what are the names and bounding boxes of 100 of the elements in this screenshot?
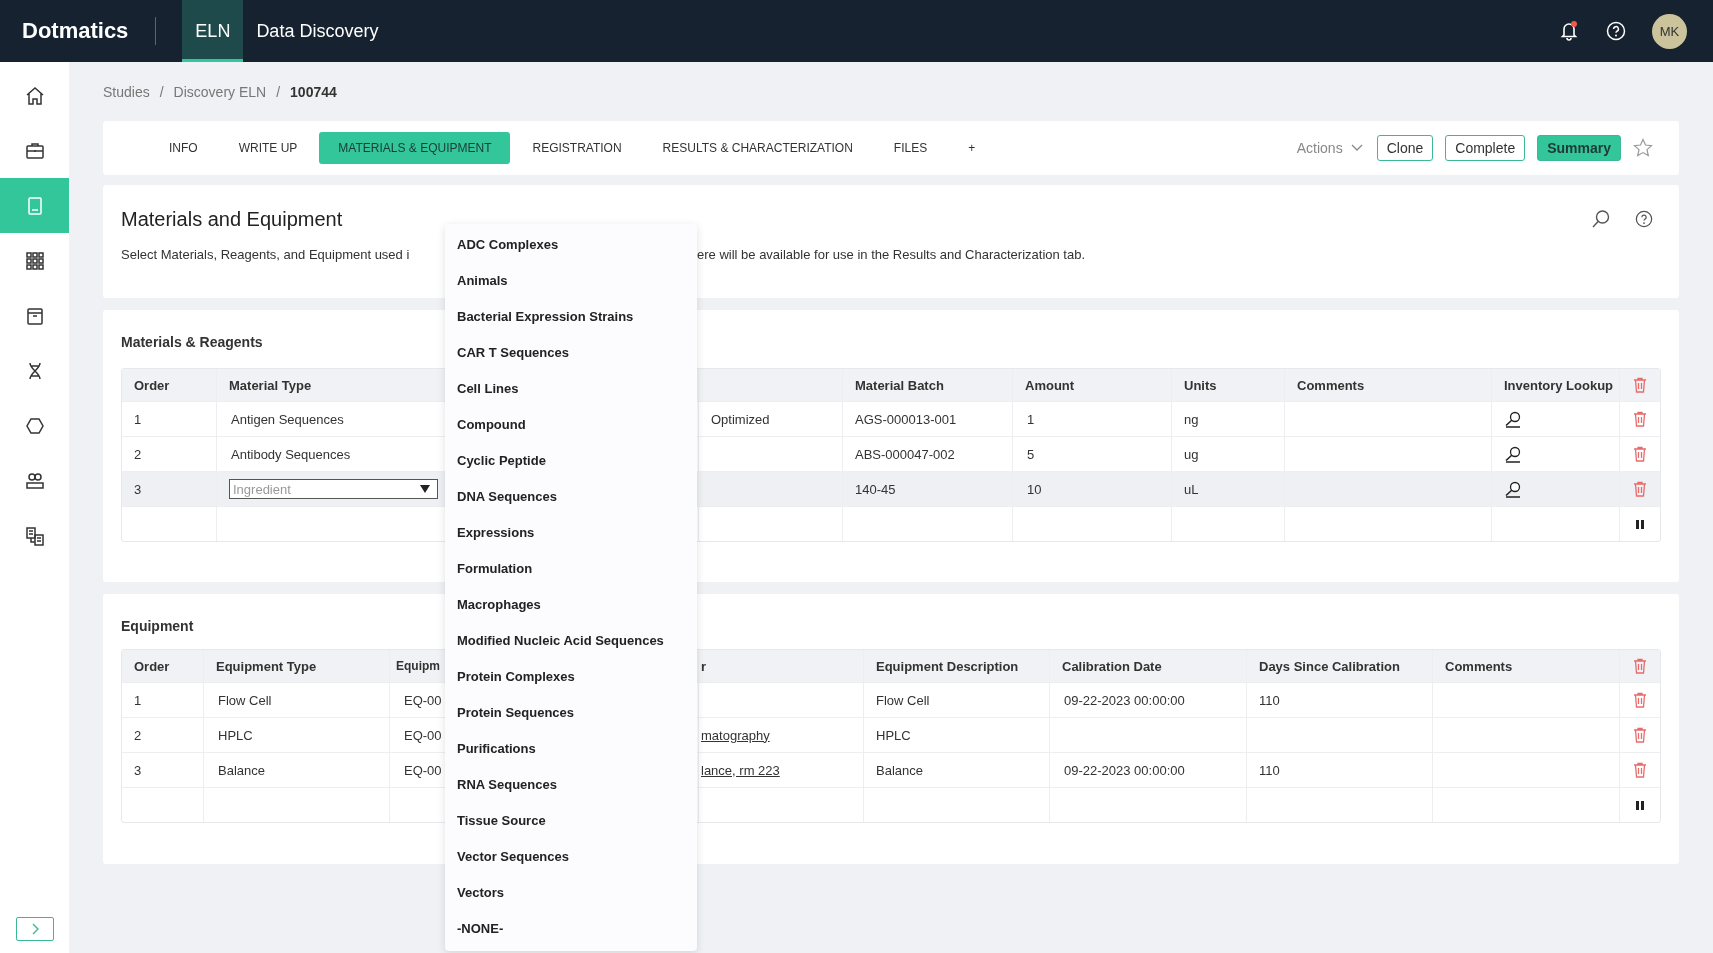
dropdown-option[interactable]: Formulation bbox=[445, 551, 697, 587]
section-title: Materials and Equipment bbox=[121, 207, 343, 231]
logo[interactable]: Dotmatics bbox=[22, 18, 129, 44]
trash-icon[interactable] bbox=[1633, 727, 1647, 743]
table-cell: 1 bbox=[1012, 402, 1171, 436]
table-cell-text: 2 bbox=[133, 445, 143, 464]
column-header: r bbox=[698, 650, 863, 682]
action-button[interactable]: Clone bbox=[1376, 135, 1434, 161]
double-bar-icon[interactable] bbox=[1636, 519, 1644, 529]
tab[interactable]: FILES bbox=[874, 132, 947, 164]
dropdown-option[interactable]: DNA Sequences bbox=[445, 479, 697, 515]
documents-icon bbox=[23, 524, 46, 547]
column-header: Comments bbox=[1284, 369, 1491, 401]
dropdown-option[interactable]: Tissue Source bbox=[445, 803, 697, 839]
dropdown-option[interactable]: Cyclic Peptide bbox=[445, 443, 697, 479]
help-icon[interactable] bbox=[1635, 210, 1653, 228]
tab[interactable]: + bbox=[949, 132, 995, 164]
double-bar-icon[interactable] bbox=[1636, 800, 1644, 810]
tab[interactable]: INFO bbox=[150, 132, 217, 164]
table-cell: uL bbox=[1171, 472, 1284, 506]
chevron-right-icon bbox=[30, 923, 40, 935]
column-header: Order bbox=[133, 657, 171, 676]
table-cell: AGS-000013-001 bbox=[842, 402, 1012, 436]
trash-icon[interactable] bbox=[1633, 658, 1647, 674]
table-cell: Flow Cell bbox=[863, 683, 1049, 717]
chevron-down-icon bbox=[1350, 144, 1363, 152]
column-header: Order bbox=[133, 376, 171, 395]
dropdown-option[interactable]: Vector Sequences bbox=[445, 839, 697, 875]
tab[interactable]: RESULTS & CHARACTERIZATION bbox=[643, 132, 872, 164]
trash-icon[interactable] bbox=[1633, 692, 1647, 708]
dropdown-option[interactable]: Protein Complexes bbox=[445, 659, 697, 695]
trash-icon[interactable] bbox=[1633, 411, 1647, 427]
dropdown-option[interactable]: ADC Complexes bbox=[445, 227, 697, 263]
grid-icon bbox=[23, 249, 46, 272]
app-tab[interactable]: Data Discovery bbox=[243, 0, 392, 62]
dropdown-option[interactable]: Modified Nucleic Acid Sequences bbox=[445, 623, 697, 659]
table-cell: 09-22-2023 00:00:00 bbox=[1049, 683, 1246, 717]
table-cell-text: 1 bbox=[133, 691, 143, 710]
dropdown-option[interactable]: Cell Lines bbox=[445, 371, 697, 407]
dropdown-option[interactable]: Animals bbox=[445, 263, 697, 299]
equipment-link[interactable]: matography bbox=[701, 727, 770, 743]
star-icon[interactable] bbox=[1633, 138, 1653, 158]
dropdown-arrow-icon[interactable] bbox=[420, 485, 430, 493]
equipment-link[interactable]: lance, rm 223 bbox=[701, 762, 780, 778]
description-text: Select Materials, Reagents, and Equipment used i bbox=[121, 247, 411, 262]
column-header: Comments bbox=[1432, 650, 1619, 682]
table-cell: 110 bbox=[1246, 753, 1432, 787]
column-header: Units bbox=[1171, 369, 1284, 401]
action-button[interactable]: Complete bbox=[1445, 135, 1526, 161]
trash-icon[interactable] bbox=[1633, 377, 1647, 393]
actions-menu[interactable]: Actions bbox=[1296, 140, 1363, 156]
dropdown-option[interactable]: -NONE- bbox=[445, 911, 697, 947]
dropdown-option[interactable]: Bacterial Expression Strains bbox=[445, 299, 697, 335]
dropdown-option[interactable]: RNA Sequences bbox=[445, 767, 697, 803]
magnifier-icon[interactable] bbox=[1504, 480, 1522, 498]
dropdown-option[interactable]: Protein Sequences bbox=[445, 695, 697, 731]
magnifier-icon[interactable] bbox=[1504, 410, 1522, 428]
trash-icon[interactable] bbox=[1633, 762, 1647, 778]
column-header: Material Batch bbox=[842, 369, 1012, 401]
table-cell: 09-22-2023 00:00:00 bbox=[1049, 753, 1246, 787]
column-header: Days Since Calibration bbox=[1246, 650, 1432, 682]
table-cell: Balance bbox=[203, 753, 389, 787]
action-button[interactable]: Summary bbox=[1537, 135, 1621, 161]
dropdown-option[interactable]: Vectors bbox=[445, 875, 697, 911]
table-cell: Optimized bbox=[711, 411, 770, 427]
breadcrumb-separator: / bbox=[159, 84, 164, 100]
dropdown-option[interactable]: Expressions bbox=[445, 515, 697, 551]
column-header: Calibration Date bbox=[1049, 650, 1246, 682]
table-cell: 10 bbox=[1012, 472, 1171, 506]
table-cell-text: 3 bbox=[133, 480, 143, 499]
trash-icon[interactable] bbox=[1633, 481, 1647, 497]
dropdown-option[interactable]: CAR T Sequences bbox=[445, 335, 697, 371]
table-cell-text: 1 bbox=[133, 410, 143, 429]
section-title: Equipment bbox=[121, 617, 194, 636]
material-type-select[interactable]: Ingredient bbox=[229, 479, 438, 499]
breadcrumb-separator: / bbox=[276, 84, 281, 100]
column-header: Amount bbox=[1012, 369, 1171, 401]
user-avatar[interactable]: MK bbox=[1652, 13, 1687, 49]
table-cell-text: 2 bbox=[133, 726, 143, 745]
bell-icon[interactable] bbox=[1558, 20, 1580, 42]
tab[interactable]: MATERIALS & EQUIPMENT bbox=[319, 132, 511, 164]
tab[interactable]: REGISTRATION bbox=[513, 132, 641, 164]
magnifier-icon[interactable] bbox=[1504, 445, 1522, 463]
app-tab[interactable]: ELN bbox=[182, 0, 244, 62]
column-header: Inventory Lookup bbox=[1491, 369, 1619, 401]
dropdown-option[interactable]: Macrophages bbox=[445, 587, 697, 623]
trash-icon[interactable] bbox=[1633, 446, 1647, 462]
column-header: Equipment Type bbox=[203, 650, 389, 682]
breadcrumb-link[interactable]: Studies bbox=[103, 84, 150, 100]
breadcrumb-link[interactable]: Discovery ELN bbox=[173, 84, 267, 100]
search-icon[interactable] bbox=[1591, 209, 1611, 229]
table-cell: HPLC bbox=[863, 718, 1049, 752]
tab[interactable]: WRITE UP bbox=[219, 132, 317, 164]
dropdown-option[interactable]: Purifications bbox=[445, 731, 697, 767]
table-cell-text: 3 bbox=[133, 761, 143, 780]
table-cell: ng bbox=[1171, 402, 1284, 436]
description-text: ere will be available for use in the Results and Characterization tab. bbox=[697, 247, 1086, 262]
dropdown-option[interactable]: Compound bbox=[445, 407, 697, 443]
column-header: Equipment Description bbox=[863, 650, 1049, 682]
table-cell: 140-45 bbox=[842, 472, 1012, 506]
